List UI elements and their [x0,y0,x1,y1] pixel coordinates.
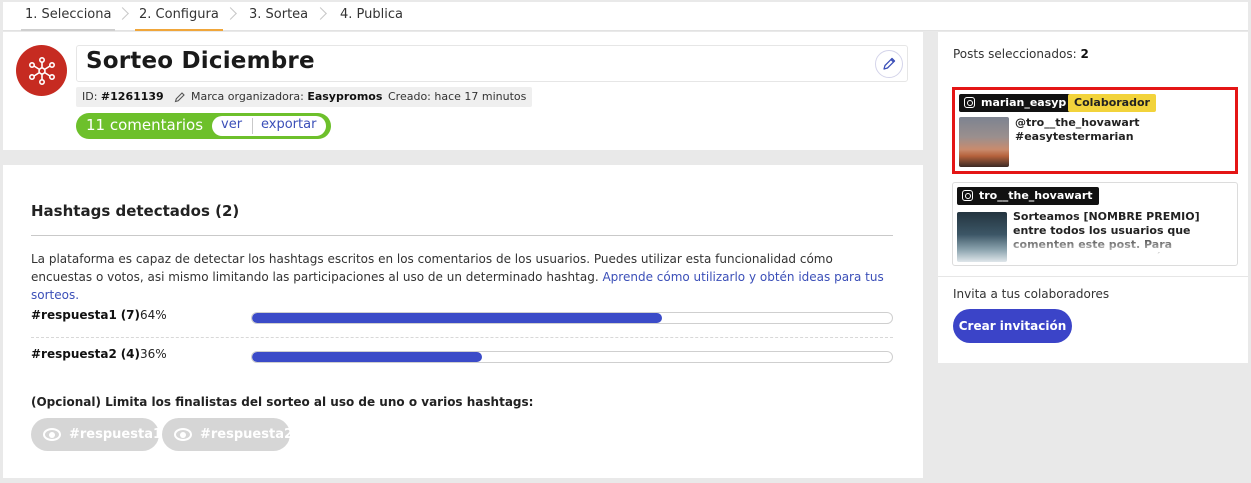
comments-actions: ver exportar [212,116,326,136]
hashtag-percent: 36% [140,347,167,361]
hashtag-row: #respuesta1 (7)64% [31,300,893,338]
post-text: Sorteamos [NOMBRE PREMIO] entre todos lo… [1013,210,1208,254]
contest-title-field[interactable]: Sorteo Diciembre [76,45,908,82]
progress-fill [252,352,483,362]
step-publica[interactable]: 4. Publica [336,2,407,31]
selected-count: 2 [1080,47,1089,61]
hashtag-percent: 64% [140,308,167,322]
hashtag-name: #respuesta2 [31,347,117,361]
instagram-icon [964,97,975,108]
hashtag-row: #respuesta2 (4)36% [31,339,893,377]
step-sortea[interactable]: 3. Sortea [245,2,312,31]
instagram-user-tag: marian_easyp [959,94,1073,112]
instagram-user-tag: tro__the_hovawart [957,187,1099,205]
eye-off-icon [174,428,192,441]
contest-id-badge: ID: #1261139 [76,87,170,107]
wizard-stepper: 1. Selecciona 2. Configura 3. Sortea 4. … [3,2,1248,31]
selected-posts-sidebar: Posts seleccionados: 2 marian_easyp Cola… [938,32,1248,363]
post-thumbnail [957,212,1007,262]
hashtag-filter-chip[interactable]: #respuesta2 [162,418,294,451]
hashtags-title: Hashtags detectados (2) [31,202,240,220]
selected-posts-header: Posts seleccionados: 2 [953,47,1089,61]
post-text: @tro__the_hovawart #easytestermarian [1015,116,1140,143]
divider [31,337,893,338]
hashtag-label: #respuesta1 (7)64% [31,308,167,322]
hashtags-panel: Hashtags detectados (2) La plataforma es… [3,165,923,478]
brand-label: Marca organizadora: [191,90,304,103]
comments-count: 11 comentarios [86,116,204,134]
step-selecciona[interactable]: 1. Selecciona [21,2,116,31]
chevron-right-icon [116,7,129,20]
hashtag-filter-chip[interactable]: #respuesta1 [31,418,163,451]
selected-label: Posts seleccionados: [953,47,1077,61]
brand-badge[interactable]: Marca organizadora: Easypromos [167,87,389,107]
post-thumbnail [959,117,1009,167]
post-username: tro__the_hovawart [979,189,1093,202]
contest-title: Sorteo Diciembre [86,48,315,74]
hashtag-name: #respuesta1 [31,308,117,322]
instagram-icon [962,190,973,201]
id-value: #1261139 [100,90,164,103]
create-invitation-button[interactable]: Crear invitación [953,309,1072,343]
post-card-selected[interactable]: marian_easyp Colaborador @tro__the_hovaw… [952,87,1238,174]
hashtag-label: #respuesta2 (4)36% [31,347,167,361]
post-card[interactable]: tro__the_hovawart Sorteamos [NOMBRE PREM… [952,182,1238,266]
optional-filter-label: (Opcional) Limita los finalistas del sor… [31,395,534,409]
progress-fill [252,313,662,323]
hashtag-progress-bar [251,351,893,363]
hashtag-progress-bar [251,312,893,324]
invite-label: Invita a tus colaboradores [953,287,1110,301]
divider [938,276,1248,277]
network-logo-icon [16,45,67,96]
pencil-edit-icon[interactable] [875,50,903,78]
id-label: ID: [82,90,98,103]
divider [252,118,253,134]
chevron-right-icon [224,7,237,20]
chevron-right-icon [314,7,327,20]
created-badge: Creado: hace 17 minutos [382,87,533,107]
hashtags-description: La plataforma es capaz de detectar los h… [31,250,897,304]
post-username: marian_easyp [981,96,1067,109]
chip-label: #respuesta1 [69,427,163,442]
collaborator-badge: Colaborador [1068,94,1156,112]
divider [31,235,893,236]
contest-card: Sorteo Diciembre ID: #1261139 Marca orga… [3,32,923,150]
eye-off-icon [43,428,61,441]
step-configura[interactable]: 2. Configura [135,2,223,31]
brand-value: Easypromos [307,90,383,103]
chip-label: #respuesta2 [200,427,294,442]
hashtag-count: (7) [120,308,141,322]
pencil-icon [174,92,185,103]
hashtag-count: (4) [120,347,141,361]
view-comments-link[interactable]: ver [221,117,242,132]
export-comments-link[interactable]: exportar [261,117,316,132]
comments-pill: 11 comentarios ver exportar [76,113,331,139]
